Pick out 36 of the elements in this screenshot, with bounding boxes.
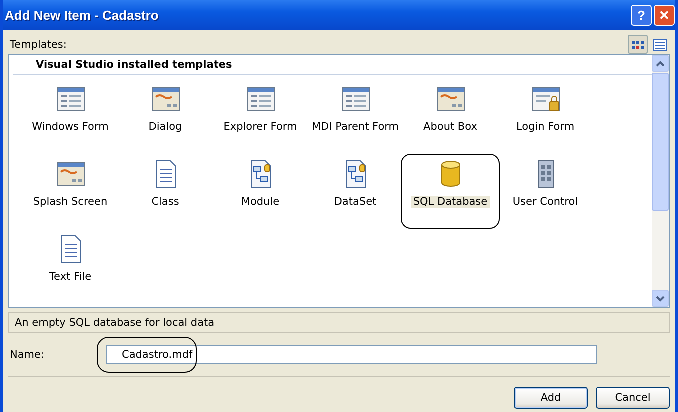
list-icon xyxy=(653,38,667,50)
template-item[interactable]: SQL Database xyxy=(401,154,500,229)
window-icon xyxy=(340,84,370,114)
template-item[interactable]: About Box xyxy=(403,79,498,154)
window-icon xyxy=(56,159,86,189)
template-item[interactable]: Splash Screen xyxy=(23,154,118,229)
window-icon xyxy=(56,84,86,114)
add-button[interactable]: Add xyxy=(514,387,588,409)
window-icon xyxy=(436,84,466,114)
window-icon xyxy=(246,84,276,114)
close-button[interactable]: ✕ xyxy=(654,4,675,26)
template-item[interactable]: Explorer Form xyxy=(213,79,308,154)
icon-grid-icon xyxy=(631,38,645,50)
scroll-up-icon xyxy=(656,60,665,66)
lock-window-icon xyxy=(530,84,560,114)
large-icons-view-button[interactable] xyxy=(628,35,648,54)
templates-label: Templates: xyxy=(10,39,67,53)
window-title: Add New Item - Cadastro xyxy=(5,8,159,22)
scrollbar[interactable] xyxy=(652,55,669,307)
name-field[interactable]: Cadastro.mdf xyxy=(106,345,597,364)
template-item[interactable]: DataSet xyxy=(308,154,403,229)
template-item[interactable]: Windows Form xyxy=(23,79,118,154)
name-label: Name: xyxy=(9,348,46,360)
scroll-down-icon xyxy=(656,296,665,302)
template-item[interactable]: Text File xyxy=(23,229,118,304)
description-bar: An empty SQL database for local data xyxy=(8,312,670,333)
template-item[interactable]: Login Form xyxy=(498,79,593,154)
template-item[interactable]: Dialog xyxy=(118,79,213,154)
group-header: Visual Studio installed templates xyxy=(13,55,652,75)
template-item[interactable]: Class xyxy=(118,154,213,229)
template-item[interactable]: MDI Parent Form xyxy=(308,79,403,154)
window-icon xyxy=(150,84,180,114)
cancel-button[interactable]: Cancel xyxy=(596,387,670,409)
help-button[interactable]: ? xyxy=(631,4,652,26)
template-item[interactable]: User Control xyxy=(498,154,593,229)
template-item[interactable]: Module xyxy=(213,154,308,229)
